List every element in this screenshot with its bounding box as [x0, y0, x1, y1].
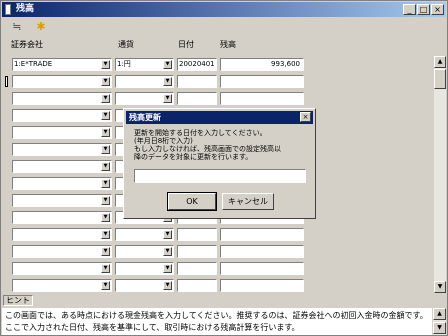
- hint-label: ヒント: [3, 295, 33, 306]
- table-row: ▼▼: [1, 73, 433, 90]
- date-cell[interactable]: [177, 75, 217, 88]
- currency-cell[interactable]: ▼: [115, 245, 174, 258]
- broker-cell[interactable]: ▼: [12, 177, 112, 190]
- column-header-date: 日付: [178, 40, 194, 49]
- window-title: 残高: [16, 4, 35, 14]
- start-date-input[interactable]: [134, 169, 306, 183]
- cancel-button[interactable]: キャンセル: [222, 193, 274, 210]
- broker-cell[interactable]: ▼: [12, 279, 112, 292]
- new-record-icon[interactable]: ✱: [33, 19, 49, 35]
- app-icon: [5, 4, 11, 15]
- scroll-up-icon[interactable]: ▲: [434, 56, 446, 68]
- title-bar[interactable]: 残高 _ □ ×: [2, 2, 446, 17]
- chevron-down-icon[interactable]: ▼: [101, 179, 110, 188]
- broker-cell[interactable]: ▼: [12, 75, 112, 88]
- chevron-down-icon[interactable]: ▼: [101, 213, 110, 222]
- balance-update-dialog: 残高更新 × 更新を開始する日付を入力してください。 (年月日8桁で入力) もし…: [123, 108, 316, 219]
- currency-cell[interactable]: ▼: [115, 262, 174, 275]
- vertical-scrollbar[interactable]: ▲ ▼: [434, 56, 446, 293]
- broker-cell[interactable]: ▼: [12, 194, 112, 207]
- ok-button[interactable]: OK: [167, 192, 217, 211]
- chevron-down-icon[interactable]: ▼: [101, 111, 110, 120]
- broker-cell[interactable]: ▼: [12, 109, 112, 122]
- balance-cell[interactable]: [220, 245, 304, 258]
- broker-cell[interactable]: ▼: [12, 143, 112, 156]
- chevron-down-icon[interactable]: ▼: [163, 94, 172, 103]
- broker-cell[interactable]: ▼: [12, 228, 112, 241]
- chevron-down-icon[interactable]: ▼: [163, 247, 172, 256]
- currency-cell[interactable]: ▼: [115, 92, 174, 105]
- currency-value: 1:円: [117, 60, 131, 68]
- table-row: ▼▼: [1, 260, 433, 277]
- chevron-down-icon[interactable]: ▼: [101, 145, 110, 154]
- table-row: ▼▼: [1, 90, 433, 107]
- scroll-thumb[interactable]: [434, 69, 446, 89]
- chevron-down-icon[interactable]: ▼: [101, 77, 110, 86]
- chevron-down-icon[interactable]: ▼: [101, 60, 110, 69]
- chevron-down-icon[interactable]: ▼: [101, 162, 110, 171]
- chevron-down-icon[interactable]: ▼: [163, 60, 172, 69]
- column-header-currency: 通貨: [118, 40, 134, 49]
- sort-icon[interactable]: ≒: [9, 19, 25, 35]
- hint-scroll-up-icon[interactable]: ▲: [433, 308, 446, 320]
- chevron-down-icon[interactable]: ▼: [101, 264, 110, 273]
- broker-cell[interactable]: ▼: [12, 211, 112, 224]
- balance-cell[interactable]: [220, 75, 304, 88]
- broker-cell[interactable]: ▼: [12, 160, 112, 173]
- dialog-close-button[interactable]: ×: [300, 112, 311, 122]
- balance-cell[interactable]: [220, 262, 304, 275]
- row-cursor-marker: [5, 76, 8, 87]
- date-cell[interactable]: [177, 279, 217, 292]
- hint-scrollbar[interactable]: ▲ ▼: [433, 308, 446, 335]
- date-value: 20020401: [179, 60, 215, 68]
- chevron-down-icon[interactable]: ▼: [163, 230, 172, 239]
- hint-scroll-down-icon[interactable]: ▼: [433, 322, 446, 334]
- dialog-title-bar[interactable]: 残高更新 ×: [126, 111, 313, 124]
- broker-cell[interactable]: 1:E*TRADE ▼: [12, 58, 112, 71]
- table-row: ▼▼: [1, 277, 433, 293]
- balance-cell[interactable]: [220, 92, 304, 105]
- chevron-down-icon[interactable]: ▼: [101, 196, 110, 205]
- currency-cell[interactable]: 1:円 ▼: [115, 58, 174, 71]
- balance-cell[interactable]: [220, 279, 304, 292]
- chevron-down-icon[interactable]: ▼: [101, 128, 110, 137]
- column-header-balance: 残高: [220, 40, 236, 49]
- table-row: 1:E*TRADE ▼ 1:円 ▼ 20020401 993,600: [1, 56, 433, 73]
- chevron-down-icon[interactable]: ▼: [101, 281, 110, 290]
- chevron-down-icon[interactable]: ▼: [163, 264, 172, 273]
- dialog-message: 更新を開始する日付を入力してください。 (年月日8桁で入力) もし入力しなければ…: [134, 129, 281, 161]
- maximize-button[interactable]: □: [417, 4, 430, 15]
- date-cell[interactable]: [177, 245, 217, 258]
- balance-value: 993,600: [271, 60, 300, 68]
- broker-value: 1:E*TRADE: [14, 60, 53, 68]
- chevron-down-icon[interactable]: ▼: [101, 94, 110, 103]
- broker-cell[interactable]: ▼: [12, 92, 112, 105]
- chevron-down-icon[interactable]: ▼: [163, 77, 172, 86]
- minimize-button[interactable]: _: [403, 4, 416, 15]
- chevron-down-icon[interactable]: ▼: [101, 230, 110, 239]
- chevron-down-icon[interactable]: ▼: [163, 281, 172, 290]
- dialog-title: 残高更新: [129, 113, 161, 122]
- hint-text: この画面では、ある時点における現金残高を入力してください。推奨するのは、証券会社…: [2, 308, 432, 335]
- currency-cell[interactable]: ▼: [115, 279, 174, 292]
- currency-cell[interactable]: ▼: [115, 228, 174, 241]
- date-cell[interactable]: [177, 92, 217, 105]
- table-row: ▼▼: [1, 243, 433, 260]
- close-button[interactable]: ×: [431, 4, 444, 15]
- column-header-broker: 証券会社: [11, 40, 43, 49]
- chevron-down-icon[interactable]: ▼: [101, 247, 110, 256]
- scroll-down-icon[interactable]: ▼: [434, 281, 446, 293]
- date-cell[interactable]: [177, 228, 217, 241]
- broker-cell[interactable]: ▼: [12, 262, 112, 275]
- table-row: ▼▼: [1, 226, 433, 243]
- date-cell[interactable]: 20020401: [177, 58, 217, 71]
- balance-cell[interactable]: [220, 228, 304, 241]
- balance-cell[interactable]: 993,600: [220, 58, 304, 71]
- toolbar: ≒ ✱: [2, 18, 446, 36]
- broker-cell[interactable]: ▼: [12, 126, 112, 139]
- currency-cell[interactable]: ▼: [115, 75, 174, 88]
- broker-cell[interactable]: ▼: [12, 245, 112, 258]
- date-cell[interactable]: [177, 262, 217, 275]
